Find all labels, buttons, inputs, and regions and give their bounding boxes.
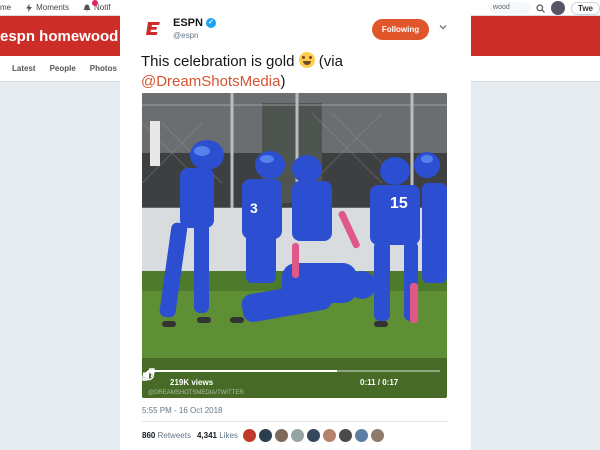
moments-nav-label: Moments <box>36 3 70 12</box>
liker-avatar[interactable] <box>323 429 336 442</box>
tab-people[interactable]: People <box>50 64 76 73</box>
banner-title: espn homewood <box>0 28 119 45</box>
video-watermark: @DREAMSHOTSMEDIA/TWITTER <box>148 390 244 396</box>
tweet-body: This celebration is gold <box>141 53 295 70</box>
laughing-emoji-icon <box>298 52 315 68</box>
jersey-number-15: 15 <box>390 195 408 212</box>
via-suffix: ) <box>280 73 286 90</box>
like-stat[interactable]: 4,341 Likes <box>197 431 238 440</box>
video-time: 0:11 / 0:17 <box>360 378 399 387</box>
liker-avatar[interactable] <box>307 429 320 442</box>
espn-logo-icon <box>146 22 160 35</box>
divider <box>142 421 448 422</box>
notification-badge <box>92 0 98 6</box>
nav-home[interactable]: me <box>0 3 11 12</box>
compose-tweet-button[interactable]: Twe <box>571 1 600 15</box>
via-prefix: (via <box>318 53 343 70</box>
tweet-text: This celebration is gold (via @DreamShot… <box>141 52 451 92</box>
author-name-text: ESPN <box>173 17 203 29</box>
video-frame: 3 15 <box>142 93 447 398</box>
nav-moments[interactable]: Moments <box>25 3 69 12</box>
following-button[interactable]: Following <box>372 19 429 40</box>
video-player[interactable]: 3 15 219K views 0:11 / 0:17 @DREAMSHOTSM… <box>142 93 447 398</box>
search-icon[interactable] <box>536 3 545 13</box>
tweet-timestamp[interactable]: 5:55 PM - 16 Oct 2018 <box>142 406 223 415</box>
retweet-count: 860 <box>142 431 156 440</box>
liker-avatar[interactable] <box>259 429 272 442</box>
tweet-stats: 860 Retweets 4,341 Likes <box>142 431 238 440</box>
bell-icon <box>83 4 91 11</box>
like-label: Likes <box>219 431 238 440</box>
view-count: 219K views <box>170 378 214 387</box>
like-count: 4,341 <box>196 431 217 440</box>
liker-avatar[interactable] <box>371 429 384 442</box>
liker-avatar[interactable] <box>355 429 368 442</box>
mention-link[interactable]: @DreamShotsMedia <box>141 73 280 90</box>
verified-badge-icon: ✓ <box>205 18 216 28</box>
liker-avatar[interactable] <box>339 429 352 442</box>
tab-latest[interactable]: Latest <box>12 64 36 73</box>
chevron-down-icon[interactable] <box>438 22 448 32</box>
retweet-label: Retweets <box>157 431 191 440</box>
fullscreen-icon[interactable] <box>142 368 155 381</box>
video-controls: 219K views 0:11 / 0:17 @DREAMSHOTSMEDIA/… <box>142 368 447 398</box>
video-progress-fill <box>148 370 337 372</box>
search-input[interactable]: wood <box>490 2 531 14</box>
lightning-icon <box>26 3 33 12</box>
liker-avatar[interactable] <box>275 429 288 442</box>
jersey-number-3: 3 <box>250 200 258 216</box>
home-nav-label: me <box>0 3 12 12</box>
video-progress-bar[interactable] <box>148 370 440 372</box>
liker-avatar[interactable] <box>291 429 304 442</box>
retweet-stat[interactable]: 860 Retweets <box>142 431 191 440</box>
author-handle[interactable]: @espn <box>173 31 198 40</box>
author-name[interactable]: ESPN ✓ <box>173 17 216 29</box>
tab-photos[interactable]: Photos <box>90 64 117 73</box>
liker-avatar[interactable] <box>243 429 256 442</box>
liker-avatars <box>243 429 384 442</box>
account-avatar[interactable] <box>551 1 566 15</box>
